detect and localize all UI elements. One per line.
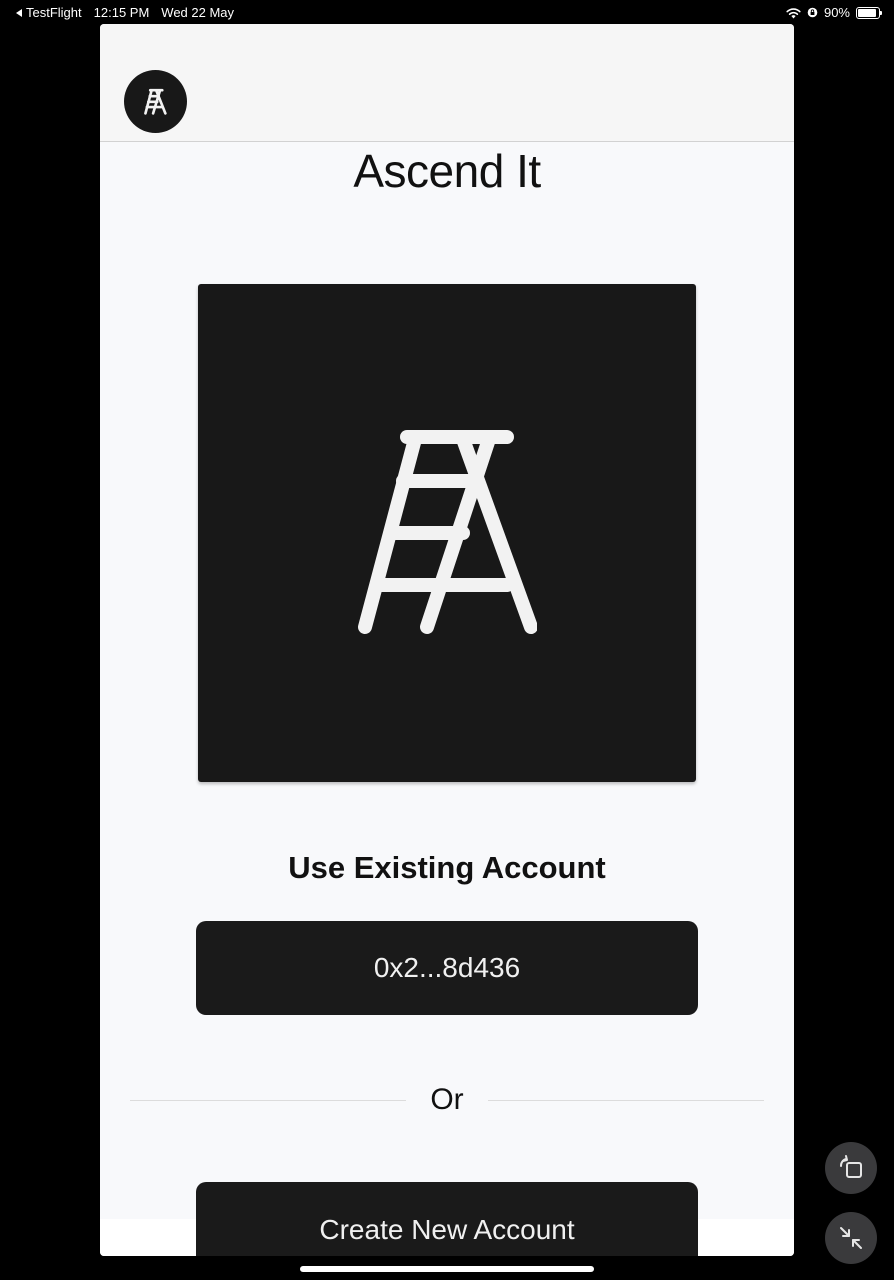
- back-app-label: TestFlight: [26, 5, 82, 20]
- use-existing-heading: Use Existing Account: [288, 850, 606, 885]
- back-arrow-icon: [16, 8, 22, 17]
- wifi-icon: [786, 7, 801, 18]
- ladder-icon: [143, 88, 167, 115]
- screen-lock-icon: [807, 7, 818, 18]
- home-indicator[interactable]: [300, 1266, 594, 1272]
- battery-percent: 90%: [823, 5, 850, 20]
- shrink-window-button[interactable]: [825, 1212, 877, 1264]
- battery-icon: [856, 6, 882, 19]
- create-account-label: Create New Account: [319, 1214, 575, 1245]
- status-time: 12:15 PM: [93, 5, 150, 20]
- app-logo: [198, 284, 696, 782]
- status-date: Wed 22 May: [161, 5, 235, 20]
- rotate-screen-button[interactable]: [825, 1142, 877, 1194]
- shrink-arrows-icon: [840, 1227, 862, 1249]
- divider-line-right: [487, 1099, 765, 1101]
- avatar[interactable]: [124, 70, 187, 133]
- page-title: Ascend It: [353, 145, 541, 197]
- divider-line-left: [130, 1099, 407, 1101]
- rotate-screen-icon: [840, 1155, 862, 1178]
- divider-text: Or: [430, 1083, 464, 1116]
- or-divider: Or: [130, 1080, 765, 1120]
- back-to-app-link[interactable]: TestFlight: [16, 5, 82, 20]
- ladder-icon: [358, 430, 537, 634]
- status-bar: TestFlight 12:15 PM Wed 22 May 90%: [0, 0, 894, 24]
- app-header: [100, 24, 794, 142]
- app-window: Ascend It Use Existing Account 0x2...8d4…: [100, 24, 794, 1256]
- create-account-button[interactable]: Create New Account: [196, 1182, 698, 1256]
- existing-account-button[interactable]: 0x2...8d436: [196, 921, 698, 1015]
- account-address: 0x2...8d436: [373, 952, 521, 983]
